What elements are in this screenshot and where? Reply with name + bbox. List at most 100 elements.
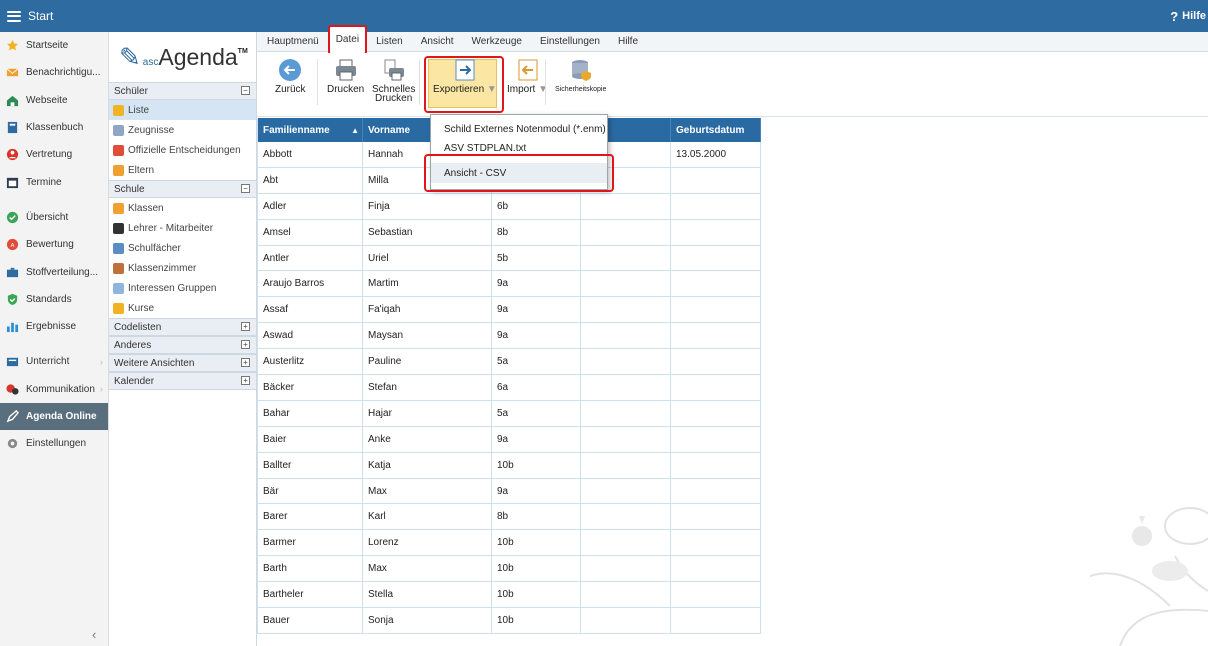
menu-item-6[interactable]: Einstellungen [531, 33, 609, 51]
menu-item-2[interactable]: Datei [327, 24, 368, 55]
table-row[interactable]: Aswad Maysan 9a [257, 323, 761, 350]
backup-button[interactable]: Sicherheitskopie [555, 58, 606, 94]
help-button[interactable]: ? Hilfe [1170, 0, 1206, 32]
import-label: Import ▼ [507, 84, 549, 95]
collapse-icon[interactable]: − [241, 184, 250, 193]
gear-icon [6, 437, 19, 450]
table-row[interactable]: Bahar Hajar 5a [257, 400, 761, 427]
header-familienname[interactable]: Familienname ▲ [257, 118, 363, 142]
import-button[interactable]: Import ▼ [507, 58, 549, 95]
nav-item-11[interactable]: Ergebnisse [0, 313, 108, 340]
sidebar-item[interactable]: Offizielle Entscheidungen [109, 140, 256, 160]
section-header-4[interactable]: Anderes + [109, 336, 256, 354]
nav-item-15[interactable]: Einstellungen [0, 430, 108, 457]
list-icon [113, 302, 124, 314]
nav-item-label: Standards [26, 293, 72, 305]
expand-icon[interactable]: + [241, 322, 250, 331]
nav-item-2[interactable]: Benachrichtigu... [0, 59, 108, 86]
table-row[interactable]: Baier Anke 9a [257, 426, 761, 453]
print-button[interactable]: Drucken [327, 58, 364, 95]
table-row[interactable]: Adler Finja 6b [257, 193, 761, 220]
nav-item-10[interactable]: Standards [0, 286, 108, 313]
table-row[interactable]: Barth Max 10b [257, 556, 761, 583]
top-bar-title[interactable]: Start [28, 9, 53, 23]
export-option-enm[interactable]: Schild Externes Notenmodul (*.enm) [431, 119, 607, 139]
asc-agenda-logo: ✎ asc Agenda TM [109, 32, 256, 82]
sidebar-item-label: Zeugnisse [128, 124, 175, 136]
table-cell [671, 375, 761, 400]
sidebar-item[interactable]: Klassen [109, 198, 256, 218]
table-row[interactable]: Ballter Katja 10b [257, 452, 761, 479]
table-cell: Antler [257, 245, 363, 271]
table-cell [671, 582, 761, 608]
sidebar-item[interactable]: Schulfächer [109, 238, 256, 258]
header-geburtsdatum[interactable]: Geburtsdatum [671, 118, 761, 142]
nav-item-14[interactable]: Agenda Online [0, 402, 108, 430]
nav-item-8[interactable]: A Bewertung [0, 231, 108, 258]
sidebar-item[interactable]: Eltern [109, 160, 256, 180]
nav-item-13[interactable]: Kommunikation › [0, 376, 108, 403]
table-row[interactable]: Barmer Lorenz 10b [257, 530, 761, 557]
section-header-6[interactable]: Kalender + [109, 372, 256, 390]
table-cell: 5a [492, 349, 581, 375]
table-cell: Barmer [257, 530, 363, 556]
menu-item-1[interactable]: Hauptmenü [257, 33, 328, 51]
section-header-5[interactable]: Weitere Ansichten + [109, 354, 256, 372]
nav-item-7[interactable]: Übersicht [0, 204, 108, 231]
table-cell [581, 349, 671, 375]
section-header-1[interactable]: Schüler − [109, 82, 256, 100]
nav-item-12[interactable]: Unterricht › [0, 348, 108, 375]
expand-icon[interactable]: + [241, 340, 250, 349]
sidebar-item[interactable]: Zeugnisse [109, 120, 256, 140]
table-cell: 9a [492, 297, 581, 323]
table-cell [581, 504, 671, 530]
nav-item-1[interactable]: Startseite [0, 32, 108, 59]
table-row[interactable]: Antler Uriel 5b [257, 245, 761, 272]
menu-item-3[interactable]: Listen [367, 33, 412, 51]
table-row[interactable]: Bär Max 9a [257, 478, 761, 505]
section-header-2[interactable]: Schule − [109, 180, 256, 198]
table-row[interactable]: Austerlitz Pauline 5a [257, 349, 761, 376]
mail-icon [6, 66, 19, 79]
sidebar-item[interactable]: Klassenzimmer [109, 258, 256, 278]
table-cell: Bär [257, 478, 363, 504]
expand-icon[interactable]: + [241, 358, 250, 367]
table-row[interactable]: Assaf Fa'iqah 9a [257, 297, 761, 324]
sidebar-item[interactable]: Liste [109, 100, 256, 120]
table-row[interactable]: Barer Karl 8b [257, 504, 761, 531]
logo-tm: TM [237, 47, 248, 55]
expand-icon[interactable]: + [241, 376, 250, 385]
table-cell [671, 271, 761, 297]
nav-item-4[interactable]: Klassenbuch [0, 114, 108, 141]
table-cell [581, 245, 671, 271]
nav-item-3[interactable]: Webseite [0, 87, 108, 114]
sidebar-item[interactable]: Interessen Gruppen [109, 278, 256, 298]
table-row[interactable]: Bartheler Stella 10b [257, 582, 761, 609]
table-row[interactable]: Araujo Barros Martim 9a [257, 271, 761, 298]
table-cell [581, 219, 671, 245]
table-cell: 6a [492, 375, 581, 400]
menu-item-7[interactable]: Hilfe [609, 33, 647, 51]
table-row[interactable]: Bauer Sonja 10b [257, 608, 761, 634]
table-cell: Sebastian [363, 219, 492, 245]
collapse-nav-icon[interactable]: ‹ [92, 627, 96, 642]
backup-label: Sicherheitskopie [555, 86, 607, 93]
sidebar-item[interactable]: Kurse [109, 298, 256, 318]
table-cell: 10b [492, 582, 581, 608]
section-header-3[interactable]: Codelisten + [109, 318, 256, 336]
nav-item-5[interactable]: Vertretung [0, 141, 108, 168]
sidebar-item[interactable]: Lehrer - Mitarbeiter [109, 218, 256, 238]
table-row[interactable]: Bäcker Stefan 6a [257, 375, 761, 401]
table-cell [581, 530, 671, 556]
back-arrow-icon [279, 59, 302, 81]
table-row[interactable]: Amsel Sebastian 8b [257, 219, 761, 246]
table-cell [671, 349, 761, 375]
menu-item-5[interactable]: Werkzeuge [463, 33, 531, 51]
collapse-icon[interactable]: − [241, 86, 250, 95]
quick-print-button[interactable]: Schnelles Drucken [372, 58, 415, 104]
back-button[interactable]: Zurück [275, 58, 306, 95]
nav-item-6[interactable]: Termine [0, 168, 108, 195]
nav-item-9[interactable]: Stoffverteilung... [0, 258, 108, 285]
menu-item-4[interactable]: Ansicht [412, 33, 463, 51]
hamburger-menu-icon[interactable] [7, 10, 21, 22]
